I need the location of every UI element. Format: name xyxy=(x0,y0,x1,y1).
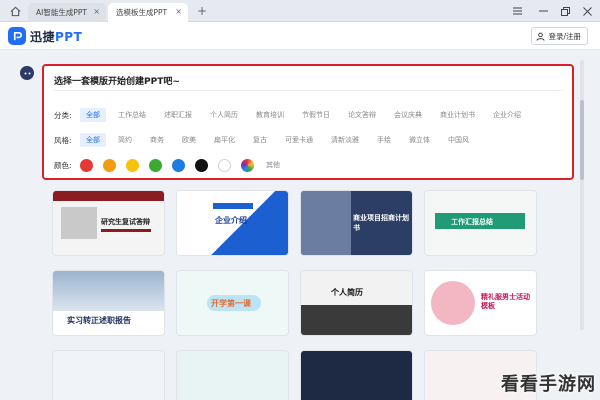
card-accent xyxy=(213,203,253,209)
style-filter-row: 风格: 全部 简约 商务 欧美 扁平化 复古 可爱卡通 清新淡雅 手绘 微立体 … xyxy=(54,133,481,147)
template-title: 个人简历 xyxy=(331,288,363,297)
template-title: 研究生复试答辩 xyxy=(101,218,150,226)
style-option[interactable]: 手绘 xyxy=(371,133,397,147)
template-grid: 研究生复试答辩 企业介绍 商业项目招商计划书 工作汇报总结 实习转正述职报告 开… xyxy=(42,186,574,400)
close-icon[interactable]: × xyxy=(93,7,100,16)
panel-title: 选择一套模版开始创建PPT吧~ xyxy=(54,77,180,87)
template-title: 精礼服男士活动模板 xyxy=(481,293,530,310)
color-swatch-red[interactable] xyxy=(80,158,93,172)
tab-template-generate[interactable]: 选模板生成PPT × xyxy=(108,3,188,22)
category-option[interactable]: 会议庆典 xyxy=(388,108,428,122)
close-window-icon[interactable] xyxy=(580,4,594,18)
category-option[interactable]: 个人简历 xyxy=(204,108,244,122)
template-title: 工作汇报总结 xyxy=(451,218,493,226)
app-header: 迅捷PPT 登录/注册 xyxy=(0,22,600,50)
color-swatch-black[interactable] xyxy=(195,158,208,172)
style-option[interactable]: 全部 xyxy=(80,133,106,147)
template-card[interactable]: 商业项目招商计划书 xyxy=(300,190,413,256)
card-accent xyxy=(101,229,151,232)
category-option[interactable]: 工作总结 xyxy=(112,108,152,122)
category-option[interactable]: 述职汇报 xyxy=(158,108,198,122)
template-title: 商业项目招商计划书 xyxy=(353,214,409,232)
card-image xyxy=(301,191,351,255)
tab-label: AI智能生成PPT xyxy=(36,8,87,17)
template-card[interactable]: 开学第一课 xyxy=(176,270,289,336)
close-icon[interactable]: × xyxy=(175,7,182,16)
category-filter-row: 分类: 全部 工作总结 述职汇报 个人简历 教育培训 节假节日 论文答辩 会议庆… xyxy=(54,108,533,122)
template-card[interactable]: 研究生复试答辩 xyxy=(52,190,165,256)
category-option[interactable]: 全部 xyxy=(80,108,106,122)
color-swatch-orange[interactable] xyxy=(103,158,116,172)
card-image xyxy=(431,281,475,325)
style-option[interactable]: 欧美 xyxy=(176,133,202,147)
style-option[interactable]: 清新淡雅 xyxy=(325,133,365,147)
template-filter-panel: 选择一套模版开始创建PPT吧~ 分类: 全部 工作总结 述职汇报 个人简历 教育… xyxy=(42,64,574,180)
login-button[interactable]: 登录/注册 xyxy=(531,27,588,45)
template-title: 实习转正述职报告 xyxy=(67,316,131,325)
logo-icon xyxy=(8,27,26,45)
login-label: 登录/注册 xyxy=(548,31,581,41)
template-card[interactable] xyxy=(300,350,413,400)
new-tab-button[interactable]: + xyxy=(195,3,209,19)
tab-ai-generate[interactable]: AI智能生成PPT × xyxy=(28,3,106,22)
tab-label: 选模板生成PPT xyxy=(116,8,168,17)
divider xyxy=(54,90,564,91)
style-option[interactable]: 中国风 xyxy=(442,133,475,147)
category-label: 分类: xyxy=(54,110,72,120)
app-logo-text: 迅捷PPT xyxy=(30,28,82,45)
card-image xyxy=(53,271,164,311)
template-card[interactable]: 工作汇报总结 xyxy=(424,190,537,256)
color-filter-row: 颜色: 其他 xyxy=(54,158,292,172)
style-option[interactable]: 扁平化 xyxy=(208,133,241,147)
style-option[interactable]: 微立体 xyxy=(403,133,436,147)
template-card[interactable]: 个人简历 xyxy=(300,270,413,336)
color-swatch-yellow[interactable] xyxy=(126,158,139,172)
assistant-avatar-icon xyxy=(20,66,34,80)
user-icon xyxy=(536,32,546,41)
logo-suffix: PPT xyxy=(55,30,83,44)
template-card[interactable] xyxy=(52,350,165,400)
template-card[interactable]: 企业介绍 xyxy=(176,190,289,256)
color-swatch-multicolor[interactable] xyxy=(241,158,254,172)
template-title: 开学第一课 xyxy=(211,299,251,308)
template-card[interactable]: 精礼服男士活动模板 xyxy=(424,270,537,336)
logo-prefix: 迅捷 xyxy=(30,30,56,44)
style-label: 风格: xyxy=(54,135,72,145)
color-swatch-blue[interactable] xyxy=(172,158,185,172)
card-image xyxy=(61,207,97,239)
restore-icon[interactable] xyxy=(558,4,572,18)
category-option[interactable]: 论文答辩 xyxy=(342,108,382,122)
menu-icon[interactable] xyxy=(510,4,524,18)
category-option[interactable]: 教育培训 xyxy=(250,108,290,122)
card-image xyxy=(301,305,412,335)
title-bar: AI智能生成PPT × 选模板生成PPT × + xyxy=(0,0,600,22)
template-card[interactable]: 实习转正述职报告 xyxy=(52,270,165,336)
color-swatch-white[interactable] xyxy=(218,158,231,172)
watermark: 看看手游网 xyxy=(501,374,596,395)
category-option[interactable]: 节假节日 xyxy=(296,108,336,122)
scrollbar-thumb[interactable] xyxy=(580,100,584,180)
color-swatch-green[interactable] xyxy=(149,158,162,172)
category-option[interactable]: 企业介绍 xyxy=(487,108,527,122)
home-icon[interactable] xyxy=(8,4,22,18)
color-label: 颜色: xyxy=(54,160,72,170)
style-option[interactable]: 简约 xyxy=(112,133,138,147)
template-title: 企业介绍 xyxy=(215,216,247,225)
style-option[interactable]: 可爱卡通 xyxy=(279,133,319,147)
style-option[interactable]: 商务 xyxy=(144,133,170,147)
scrollbar[interactable] xyxy=(580,60,584,330)
category-option[interactable]: 商业计划书 xyxy=(434,108,481,122)
template-card[interactable] xyxy=(176,350,289,400)
minimize-icon[interactable] xyxy=(536,4,550,18)
color-other-option[interactable]: 其他 xyxy=(260,158,286,172)
style-option[interactable]: 复古 xyxy=(247,133,273,147)
card-band xyxy=(53,191,164,201)
